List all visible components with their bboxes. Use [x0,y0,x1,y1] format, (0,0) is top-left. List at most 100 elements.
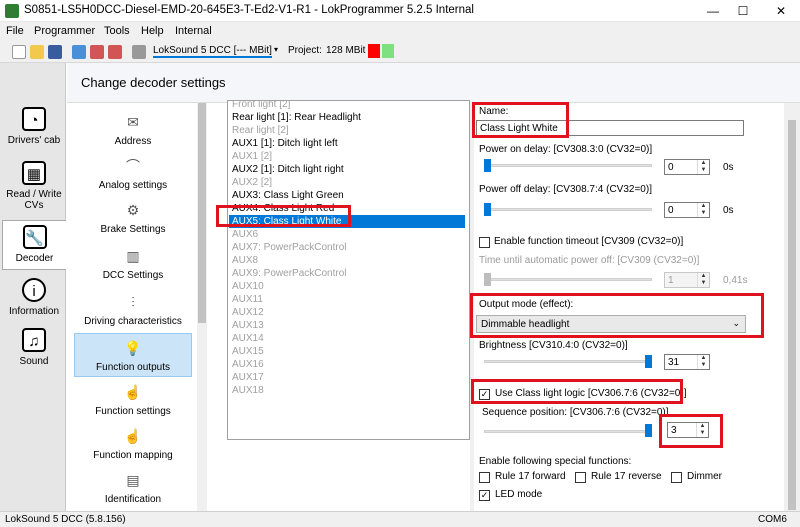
menu-tools[interactable]: Tools [104,25,130,37]
function-settings-icon: ☝ [124,384,142,400]
output-list-item[interactable]: AUX14 [232,332,468,345]
category-label: Function outputs [96,362,170,373]
cv-icon: ▦ [22,161,46,185]
menu-internal[interactable]: Internal [175,25,212,37]
output-list-item[interactable]: AUX12 [232,306,468,319]
tab-decoder[interactable]: 🔧 Decoder [2,220,66,270]
menu-help[interactable]: Help [141,25,164,37]
save-icon[interactable] [48,45,62,59]
maximize-button[interactable]: ☐ [728,0,758,22]
highlight-class-light [471,379,683,404]
dimmer-checkbox[interactable] [671,472,682,483]
close-button[interactable]: ✕ [766,0,796,22]
stepper-arrows-icon[interactable]: ▲ ▼ [697,203,709,217]
highlight-sequence [659,414,723,448]
rule17-forward-checkbox[interactable] [479,472,490,483]
output-list-item[interactable]: AUX15 [232,345,468,358]
window-title: S0851-LS5H0DCC-Diesel-EMD-20-645E3-T-Ed2… [24,4,474,16]
output-list-item[interactable]: AUX10 [232,280,468,293]
power-on-delay-stepper[interactable]: 0 ▲ ▼ [664,159,710,175]
chevron-down-icon[interactable]: ▾ [274,45,278,54]
open-folder-icon[interactable] [30,45,44,59]
output-list-item[interactable]: Front light [2] [232,101,468,111]
category-identification[interactable]: ▤ Identification [74,469,192,505]
category-function-outputs[interactable]: 💡 Function outputs [74,333,192,377]
output-list-item[interactable]: AUX9: PowerPackControl [232,267,468,280]
programmer-icon[interactable] [132,45,146,59]
category-function-mapping[interactable]: ☝ Function mapping [74,425,192,461]
category-address[interactable]: ✉ Address [74,111,192,147]
category-scrollbar-thumb[interactable] [198,103,206,323]
tab-read-write-cvs[interactable]: ▦ Read / Write CVs [2,161,66,211]
stepper-arrows-icon[interactable]: ▲ ▼ [697,355,709,369]
project-status-red [368,44,380,58]
power-on-delay-unit: 0s [723,162,734,173]
brightness-slider[interactable] [645,355,652,368]
output-list-item[interactable]: AUX16 [232,358,468,371]
brightness-stepper[interactable]: 31 ▲ ▼ [664,354,710,370]
tab-label: Decoder [15,253,54,264]
output-list-item[interactable]: AUX18 [232,384,468,397]
output-list-item[interactable]: Rear light [1]: Rear Headlight [232,111,468,124]
sequence-position-track[interactable] [484,430,652,433]
output-list-item[interactable]: AUX17 [232,371,468,384]
power-on-delay-track[interactable] [484,164,652,167]
analog-icon: ⌒ [126,158,140,174]
output-list-item[interactable]: AUX13 [232,319,468,332]
write-decoder-icon[interactable] [90,45,104,59]
menu-programmer[interactable]: Programmer [34,25,95,37]
output-list-item[interactable]: AUX11 [232,293,468,306]
sequence-position-label: Sequence position: [CV306.7:6 (CV32=0)] [482,407,669,418]
led-mode-checkbox[interactable]: ✓ [479,490,490,501]
rule17-reverse-checkbox[interactable] [575,472,586,483]
envelope-icon: ✉ [127,114,139,130]
read-decoder-icon[interactable] [72,45,86,59]
page-header: Change decoder settings [67,63,800,103]
tab-information[interactable]: i Information [2,278,66,317]
power-off-delay-stepper[interactable]: 0 ▲ ▼ [664,202,710,218]
status-port: COM6 [758,514,787,525]
stepper-arrows-icon[interactable]: ▲ ▼ [697,160,709,174]
tab-label: Information [8,306,60,317]
settings-scrollbar[interactable] [784,103,800,511]
auto-off-track [484,278,652,281]
tab-label: Read / Write CVs [6,189,62,211]
tab-drivers-cab[interactable]: ◔ Drivers' cab [2,107,66,146]
status-decoder: LokSound 5 DCC (5.8.156) [5,514,126,525]
function-timeout-checkbox[interactable] [479,237,490,248]
scrollbar-thumb[interactable] [788,120,796,510]
info-icon: i [22,278,46,302]
new-file-icon[interactable] [12,45,26,59]
run-icon[interactable] [108,45,122,59]
side-tabs: ◔ Drivers' cab ▦ Read / Write CVs 🔧 Deco… [0,63,66,511]
output-list-item[interactable]: AUX1 [2] [232,150,468,163]
output-list-item[interactable]: AUX8 [232,254,468,267]
output-list-item[interactable]: AUX3: Class Light Green [232,189,468,202]
output-list-item[interactable]: Rear light [2] [232,124,468,137]
category-analog[interactable]: ⌒ Analog settings [74,155,192,191]
category-brake[interactable]: ⚙ Brake Settings [74,199,192,235]
output-list-item[interactable]: AUX6 [232,228,468,241]
status-bar: LokSound 5 DCC (5.8.156) COM6 [0,511,800,527]
category-driving[interactable]: ⫶ Driving characteristics [74,291,192,327]
category-label: Function mapping [93,450,173,461]
output-list-item[interactable]: AUX2 [1]: Ditch light right [232,163,468,176]
brightness-track[interactable] [484,360,652,363]
category-function-settings[interactable]: ☝ Function settings [74,381,192,417]
output-list-item[interactable]: AUX7: PowerPackControl [232,241,468,254]
power-off-delay-slider[interactable] [484,203,491,216]
project-size: 128 MBit [326,45,366,56]
power-off-delay-track[interactable] [484,208,652,211]
category-dcc[interactable]: ▥ DCC Settings [74,245,192,281]
tab-sound[interactable]: ♫ Sound [2,328,66,367]
output-list-item[interactable]: AUX1 [1]: Ditch light left [232,137,468,150]
auto-off-unit: 0,41s [723,275,748,286]
menu-file[interactable]: File [6,25,24,37]
output-list-item[interactable]: AUX2 [2] [232,176,468,189]
power-on-delay-slider[interactable] [484,159,491,172]
auto-off-label: Time until automatic power off: [CV309 (… [479,255,700,266]
sequence-position-slider[interactable] [645,424,652,437]
decoder-type-select[interactable]: LokSound 5 DCC [--- MBit] [153,45,272,58]
minimize-button[interactable]: — [698,0,728,22]
music-icon: ♫ [22,328,46,352]
